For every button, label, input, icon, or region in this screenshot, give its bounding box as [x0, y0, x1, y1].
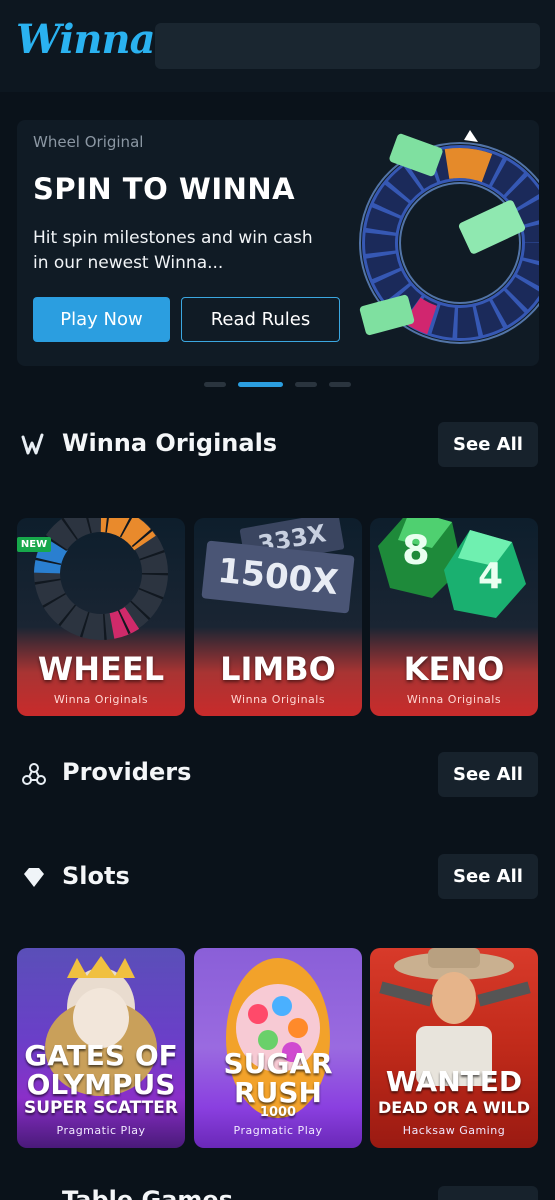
hero-eyebrow: Wheel Original: [33, 133, 144, 151]
carousel-dot-active[interactable]: [238, 382, 283, 387]
carousel-dot[interactable]: [329, 382, 351, 387]
see-all-originals-button[interactable]: See All: [438, 422, 538, 467]
limbo-large-tile: 1500X: [201, 540, 355, 614]
winna-logo[interactable]: Winna: [16, 16, 155, 63]
card-title: KENO: [403, 650, 505, 688]
slot-title-line1: WANTED: [385, 1065, 523, 1098]
section-title-providers: Providers: [62, 758, 192, 786]
slot-title-line2: RUSH: [234, 1076, 322, 1109]
slot-title-line1: SUGAR: [223, 1047, 333, 1080]
hero-title: SPIN TO WINNA: [33, 172, 296, 206]
slot-title-line2: DEAD OR A WILD: [378, 1098, 530, 1117]
diamond-icon: [24, 868, 44, 887]
see-all-table-button[interactable]: See All: [438, 1186, 538, 1200]
wheel-illustration: [359, 130, 539, 344]
keno-ball-left: 8: [402, 528, 430, 574]
slot-title-line1: GATES OF: [24, 1039, 178, 1072]
game-card-limbo[interactable]: 333X 1500X LIMBO Winna Originals: [194, 518, 362, 716]
limbo-large-multiplier: 1500X: [215, 550, 341, 604]
slot-provider: Hacksaw Gaming: [402, 1124, 506, 1137]
providers-icon: [22, 763, 46, 785]
section-title-table-games: Table Games: [62, 1186, 233, 1200]
card-title: WHEEL: [37, 650, 165, 688]
slot-provider: Pragmatic Play: [56, 1124, 146, 1137]
hero-banner[interactable]: Wheel Original SPIN TO WINNA Hit spin mi…: [17, 120, 539, 366]
cowboy-art: [379, 948, 531, 1086]
header-search-placeholder[interactable]: [155, 23, 540, 69]
keno-ball-right: 4: [478, 556, 504, 597]
read-rules-button[interactable]: Read Rules: [181, 297, 340, 342]
section-title-slots: Slots: [62, 862, 130, 890]
carousel-dot[interactable]: [295, 382, 317, 387]
slot-card-gates-of-olympus[interactable]: GATES OF OLYMPUS SUPER SCATTER Pragmatic…: [17, 948, 185, 1148]
hero-description: Hit spin milestones and win cash in our …: [33, 228, 313, 273]
winna-w-icon: [21, 433, 44, 455]
slot-card-sugar-rush[interactable]: SUGAR RUSH 1000 Pragmatic Play: [194, 948, 362, 1148]
play-now-button[interactable]: Play Now: [33, 297, 170, 342]
see-all-slots-button[interactable]: See All: [438, 854, 538, 899]
slot-provider: Pragmatic Play: [233, 1124, 323, 1137]
section-title-originals: Winna Originals: [62, 429, 278, 457]
see-all-providers-button[interactable]: See All: [438, 752, 538, 797]
game-card-keno[interactable]: 8 4 KENO Winna Originals: [370, 518, 538, 716]
new-badge: NEW: [17, 537, 51, 552]
slot-title-line3: SUPER SCATTER: [24, 1098, 178, 1118]
card-title: LIMBO: [220, 650, 336, 688]
top-header: Winna: [0, 0, 555, 92]
card-subtitle: Winna Originals: [406, 693, 502, 706]
slot-title-line3: 1000: [259, 1105, 297, 1120]
card-subtitle: Winna Originals: [53, 693, 149, 706]
carousel-dot[interactable]: [204, 382, 226, 387]
card-subtitle: Winna Originals: [230, 693, 326, 706]
slot-card-wanted[interactable]: WANTED DEAD OR A WILD Hacksaw Gaming: [370, 948, 538, 1148]
slot-title-line2: OLYMPUS: [26, 1068, 176, 1101]
